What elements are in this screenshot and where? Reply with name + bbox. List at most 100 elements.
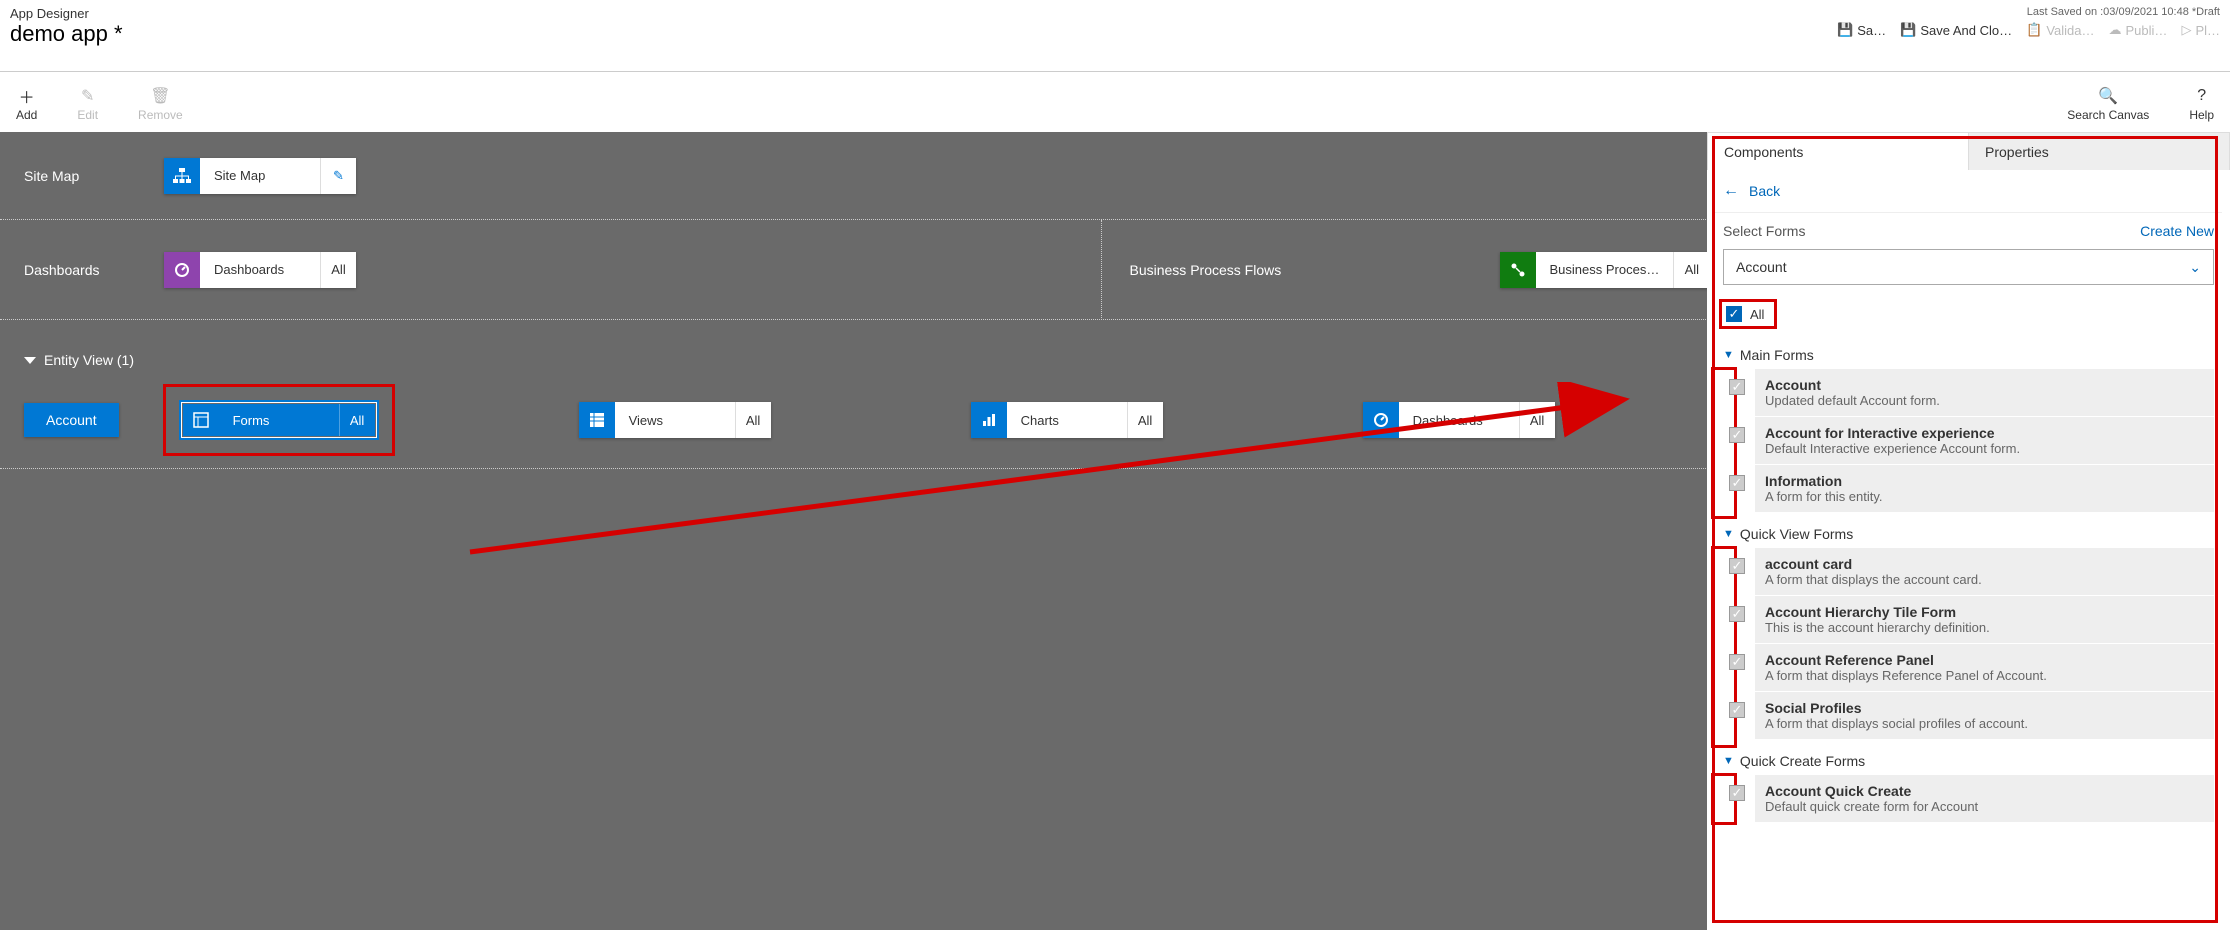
bpf-label: Business Process Flows — [1130, 262, 1500, 278]
form-item-desc: A form that displays the account card. — [1765, 572, 1982, 587]
form-item-checkbox[interactable]: ✓ — [1729, 475, 1745, 491]
form-item-title: Account — [1765, 377, 1940, 393]
form-item-title: Social Profiles — [1765, 700, 2028, 716]
form-item-title: Account for Interactive experience — [1765, 425, 2020, 441]
form-item-desc: A form that displays social profiles of … — [1765, 716, 2028, 731]
last-saved-label: Last Saved on :03/09/2021 10:48 *Draft — [1837, 6, 2220, 18]
form-item-title: account card — [1765, 556, 1982, 572]
form-item-desc: This is the account hierarchy definition… — [1765, 620, 1990, 635]
product-title: App Designer — [10, 6, 123, 21]
add-button[interactable]: ＋ Add — [16, 86, 37, 122]
form-item-title: Account Hierarchy Tile Form — [1765, 604, 1990, 620]
form-item-checkbox[interactable]: ✓ — [1729, 558, 1745, 574]
sitemap-label: Site Map — [24, 168, 164, 184]
help-icon: ? — [2197, 86, 2206, 106]
form-item-title: Account Quick Create — [1765, 783, 1978, 799]
save-close-icon: 💾 — [1900, 22, 1916, 38]
header-bar: App Designer demo app * Last Saved on :0… — [0, 0, 2230, 72]
form-icon — [183, 404, 219, 436]
charts-tile[interactable]: Charts All — [971, 402, 1163, 438]
save-and-close-button[interactable]: 💾 Save And Clo… — [1900, 22, 2012, 38]
caret-down-icon: ▼ — [1723, 528, 1734, 540]
form-list-item[interactable]: ✓Account Reference PanelA form that disp… — [1755, 644, 2214, 691]
views-tile[interactable]: Views All — [579, 402, 771, 438]
form-item-checkbox[interactable]: ✓ — [1729, 785, 1745, 801]
plus-icon: ＋ — [19, 86, 35, 106]
form-list-item[interactable]: ✓Social ProfilesA form that displays soc… — [1755, 692, 2214, 739]
gauge-icon — [164, 252, 200, 288]
sitemap-icon — [164, 158, 200, 194]
create-new-link[interactable]: Create New — [2140, 223, 2214, 239]
form-list-item[interactable]: ✓Account Hierarchy Tile FormThis is the … — [1755, 596, 2214, 643]
all-checkbox[interactable]: ✓ — [1726, 306, 1742, 322]
all-label: All — [1750, 307, 1764, 322]
charts-all-badge[interactable]: All — [1127, 402, 1163, 438]
pencil-icon: ✎ — [81, 86, 94, 106]
bpf-tile[interactable]: Business Proces… All — [1500, 252, 1710, 288]
forms-all-badge[interactable]: All — [339, 404, 375, 436]
publish-button[interactable]: ☁ Publi… — [2109, 22, 2168, 38]
app-name: demo app * — [10, 21, 123, 47]
dashboards-label: Dashboards — [24, 262, 164, 278]
form-item-title: Information — [1765, 473, 1883, 489]
entity-account-button[interactable]: Account — [24, 403, 119, 437]
toolbar: ＋ Add ✎ Edit 🗑 Remove 🔍 Search Canvas ? … — [0, 72, 2230, 132]
save-icon: 💾 — [1837, 22, 1853, 38]
dashboards-tile[interactable]: Dashboards All — [164, 252, 356, 288]
form-list-item[interactable]: ✓Account for Interactive experienceDefau… — [1755, 417, 2214, 464]
caret-down-icon: ▼ — [1723, 755, 1734, 767]
grid-icon — [579, 402, 615, 438]
design-canvas: Site Map Site Map ✎ Dashboards Dashboard… — [0, 132, 2230, 930]
form-list-item[interactable]: ✓AccountUpdated default Account form. — [1755, 369, 2214, 416]
form-list-item[interactable]: ✓InformationA form for this entity. — [1755, 465, 2214, 512]
help-button[interactable]: ? Help — [2189, 86, 2214, 122]
chevron-down-icon — [24, 357, 36, 364]
arrow-left-icon: ← — [1723, 182, 1739, 200]
entity-dashboards-tile[interactable]: Dashboards All — [1363, 402, 1555, 438]
views-all-badge[interactable]: All — [735, 402, 771, 438]
form-item-title: Account Reference Panel — [1765, 652, 2047, 668]
search-canvas-button[interactable]: 🔍 Search Canvas — [2067, 86, 2149, 122]
chart-icon — [971, 402, 1007, 438]
gauge-icon — [1363, 402, 1399, 438]
chevron-down-icon: ⌄ — [2189, 259, 2201, 276]
flow-icon — [1500, 252, 1536, 288]
entity-dashboards-all-badge[interactable]: All — [1519, 402, 1555, 438]
back-button[interactable]: ← Back — [1707, 170, 2230, 212]
form-item-checkbox[interactable]: ✓ — [1729, 654, 1745, 670]
form-item-desc: Default Interactive experience Account f… — [1765, 441, 2020, 456]
select-forms-label: Select Forms — [1723, 223, 1805, 239]
play-icon: ▷ — [2181, 22, 2191, 38]
sitemap-edit-icon[interactable]: ✎ — [320, 158, 356, 194]
trash-icon: 🗑 — [150, 86, 170, 106]
save-button[interactable]: 💾 Sa… — [1837, 22, 1886, 38]
form-item-desc: A form for this entity. — [1765, 489, 1883, 504]
cloud-icon: ☁ — [2109, 22, 2122, 38]
caret-down-icon: ▼ — [1723, 349, 1734, 361]
main-forms-header[interactable]: ▼ Main Forms — [1707, 333, 2230, 369]
entity-dropdown[interactable]: Account ⌄ — [1723, 249, 2214, 285]
tab-properties[interactable]: Properties — [1969, 132, 2230, 170]
form-item-desc: Default quick create form for Account — [1765, 799, 1978, 814]
form-item-desc: Updated default Account form. — [1765, 393, 1940, 408]
tab-components[interactable]: Components — [1707, 132, 1969, 170]
dashboards-all-badge[interactable]: All — [320, 252, 356, 288]
forms-tile[interactable]: Forms All — [179, 400, 379, 440]
remove-button[interactable]: 🗑 Remove — [138, 86, 183, 122]
form-list-item[interactable]: ✓Account Quick CreateDefault quick creat… — [1755, 775, 2214, 822]
form-item-checkbox[interactable]: ✓ — [1729, 379, 1745, 395]
form-item-checkbox[interactable]: ✓ — [1729, 606, 1745, 622]
validate-button[interactable]: 📋 Valida… — [2026, 22, 2094, 38]
quick-view-header[interactable]: ▼ Quick View Forms — [1707, 512, 2230, 548]
properties-panel: Components Properties ← Back Select Form… — [1707, 132, 2230, 930]
clipboard-icon: 📋 — [2026, 22, 2042, 38]
sitemap-tile[interactable]: Site Map ✎ — [164, 158, 356, 194]
form-item-checkbox[interactable]: ✓ — [1729, 702, 1745, 718]
quick-create-header[interactable]: ▼ Quick Create Forms — [1707, 739, 2230, 775]
play-button[interactable]: ▷ Pl… — [2181, 22, 2220, 38]
bpf-all-badge[interactable]: All — [1673, 252, 1709, 288]
form-item-checkbox[interactable]: ✓ — [1729, 427, 1745, 443]
search-icon: 🔍 — [2098, 86, 2118, 106]
form-list-item[interactable]: ✓account cardA form that displays the ac… — [1755, 548, 2214, 595]
edit-button[interactable]: ✎ Edit — [77, 86, 98, 122]
